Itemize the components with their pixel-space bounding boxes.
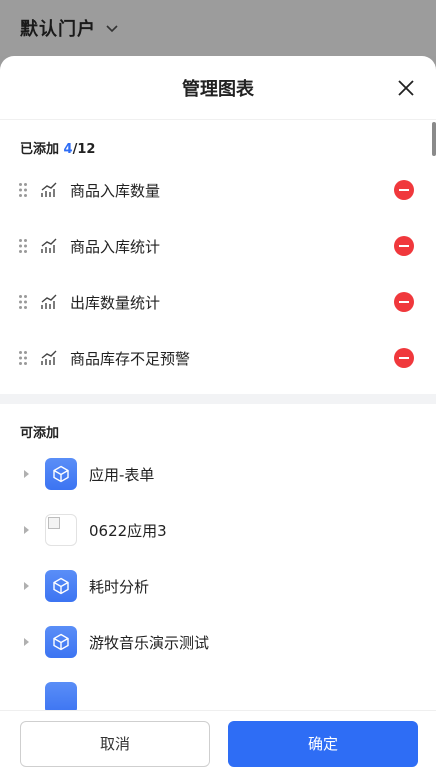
close-icon[interactable] <box>396 78 416 98</box>
sheet-footer: 取消 确定 <box>0 710 436 776</box>
cancel-button[interactable]: 取消 <box>20 720 210 767</box>
available-app-label: 游牧音乐演示测试 <box>89 633 210 652</box>
added-heading: 已添加 <box>20 142 60 157</box>
added-chart-label: 出库数量统计 <box>70 293 161 312</box>
drag-handle-icon[interactable] <box>18 294 28 310</box>
added-chart-label: 商品入库统计 <box>70 237 161 256</box>
available-section-title: 可添加 <box>20 426 60 441</box>
line-chart-icon <box>41 350 57 365</box>
expand-caret-icon[interactable] <box>24 582 29 590</box>
expand-caret-icon[interactable] <box>24 470 29 478</box>
available-app-row[interactable]: 0622应用3 <box>0 502 436 558</box>
cube-icon <box>45 626 77 658</box>
added-chart-label: 商品库存不足预警 <box>70 349 191 368</box>
available-app-row[interactable]: 应用-表单 <box>0 446 436 502</box>
added-count-total: /12 <box>72 142 96 157</box>
portal-header: 默认门户 <box>0 0 436 56</box>
added-section-title: 已添加 4/12 <box>0 120 436 162</box>
remove-chart-button[interactable] <box>394 180 414 200</box>
line-chart-icon <box>41 182 57 197</box>
cube-icon <box>45 570 77 602</box>
sheet-header: 管理图表 <box>0 56 436 120</box>
remove-chart-button[interactable] <box>394 348 414 368</box>
drag-handle-icon[interactable] <box>18 238 28 254</box>
manage-charts-sheet: 管理图表 已添加 4/12 商品入库数量 商品入库统计 出库数量统计 商品库存不… <box>0 56 436 776</box>
drag-handle-icon[interactable] <box>18 182 28 198</box>
portal-title[interactable]: 默认门户 <box>20 15 96 41</box>
sheet-title: 管理图表 <box>182 78 254 100</box>
cube-icon <box>45 458 77 490</box>
added-chart-label: 商品入库数量 <box>70 181 161 200</box>
added-chart-row[interactable]: 商品入库数量 <box>0 162 436 218</box>
chevron-down-icon[interactable] <box>104 20 120 36</box>
available-app-row-partial[interactable] <box>0 670 436 710</box>
added-chart-row[interactable]: 商品库存不足预警 <box>0 330 436 386</box>
added-chart-row[interactable]: 商品入库统计 <box>0 218 436 274</box>
drag-handle-icon[interactable] <box>18 350 28 366</box>
confirm-button[interactable]: 确定 <box>228 720 418 767</box>
section-divider <box>0 394 436 404</box>
expand-caret-icon[interactable] <box>24 638 29 646</box>
cube-icon <box>45 682 77 710</box>
scrollbar-thumb[interactable] <box>432 122 436 156</box>
broken-image-icon <box>45 514 77 546</box>
line-chart-icon <box>41 238 57 253</box>
available-app-label: 耗时分析 <box>89 577 150 596</box>
added-chart-row[interactable]: 出库数量统计 <box>0 274 436 330</box>
line-chart-icon <box>41 294 57 309</box>
available-app-row[interactable]: 游牧音乐演示测试 <box>0 614 436 670</box>
available-app-label: 应用-表单 <box>89 465 155 484</box>
remove-chart-button[interactable] <box>394 292 414 312</box>
available-app-row[interactable]: 耗时分析 <box>0 558 436 614</box>
added-count-current: 4 <box>63 142 73 157</box>
expand-caret-icon[interactable] <box>24 526 29 534</box>
sheet-scroll-area[interactable]: 已添加 4/12 商品入库数量 商品入库统计 出库数量统计 商品库存不足预警 可… <box>0 120 436 710</box>
remove-chart-button[interactable] <box>394 236 414 256</box>
available-app-label: 0622应用3 <box>89 521 167 540</box>
